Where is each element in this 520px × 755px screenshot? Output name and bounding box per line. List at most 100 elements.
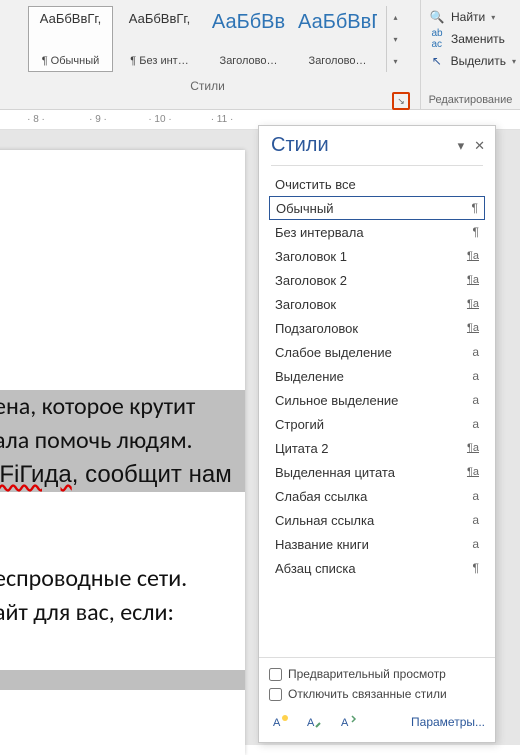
style-preview: АаБбВвГг,	[31, 11, 110, 26]
ruler-tick: · 10 ·	[134, 114, 186, 125]
style-type-icon: ¶a	[461, 274, 479, 286]
style-row[interactable]: Строгийa	[269, 412, 485, 436]
disable-linked-checkbox-label: Отключить связанные стили	[288, 687, 447, 701]
style-name: Выделенная цитата	[275, 465, 395, 480]
doc-text: айт для вас, если:	[0, 596, 245, 630]
replace-icon: abac	[429, 31, 445, 47]
pane-header: Стили ▾ ✕	[259, 126, 495, 161]
style-tile[interactable]: АаБбВвГг, ¶ Без инт…	[117, 6, 202, 72]
style-name: Сильное выделение	[275, 393, 398, 408]
replace-label: Заменить	[451, 32, 505, 46]
doc-text: iFiГида, сообщит нам	[0, 458, 245, 492]
find-label: Найти	[451, 10, 485, 24]
doc-text: ала помочь людям.	[0, 424, 245, 458]
styles-pane: Стили ▾ ✕ Очистить всеОбычный¶Без интерв…	[258, 125, 496, 743]
style-tile[interactable]: АаБбВвГ Заголово…	[295, 6, 380, 72]
style-row[interactable]: Без интервала ¶	[269, 220, 485, 244]
style-label: ¶ Обычный	[31, 55, 110, 67]
cursor-icon: ↖	[429, 53, 445, 69]
select-button[interactable]: ↖ Выделить ▾	[429, 50, 516, 72]
style-name: Заголовок 1	[275, 249, 347, 264]
pane-footer: Предварительный просмотр Отключить связа…	[259, 657, 495, 742]
style-type-icon: ¶a	[461, 298, 479, 310]
style-row[interactable]: Выделенная цитата ¶a	[269, 460, 485, 484]
search-icon: 🔍	[429, 9, 445, 25]
params-link[interactable]: Параметры...	[411, 715, 485, 729]
style-row[interactable]: Абзац списка ¶	[269, 556, 485, 580]
style-row[interactable]: Слабое выделение a	[269, 340, 485, 364]
style-name: Название книги	[275, 537, 369, 552]
ribbon: АаБбВвГг,¶ ОбычныйАаБбВвГг,¶ Без инт…АаБ…	[0, 0, 520, 110]
style-name: Без интервала	[275, 225, 364, 240]
style-type-icon: a	[461, 393, 479, 407]
preview-checkbox-input[interactable]	[269, 668, 282, 681]
editing-group-label: Редактирование	[421, 94, 520, 106]
style-name: Обычный	[276, 201, 333, 216]
preview-checkbox[interactable]: Предварительный просмотр	[269, 664, 485, 684]
style-tile[interactable]: АаБбВвГг, ¶ Обычный	[28, 6, 113, 72]
style-name: Абзац списка	[275, 561, 356, 576]
style-row[interactable]: Название книги a	[269, 532, 485, 556]
style-type-icon: ¶a	[461, 322, 479, 334]
style-tile[interactable]: АаБбВвЗаголово…	[206, 6, 291, 72]
pane-dropdown-icon[interactable]: ▾	[458, 138, 465, 154]
page[interactable]: ена, которое крутит ала помочь людям. iF…	[0, 150, 245, 755]
style-row[interactable]: Выделениеa	[269, 364, 485, 388]
replace-button[interactable]: abac Заменить	[429, 28, 516, 50]
svg-text:A: A	[273, 717, 281, 729]
style-type-icon: a	[461, 489, 479, 503]
select-dropdown-icon[interactable]: ▾	[512, 57, 516, 66]
ruler-tick: · 9 ·	[72, 114, 124, 125]
style-row[interactable]: Обычный¶	[269, 196, 485, 220]
style-row[interactable]: Очистить все	[269, 172, 485, 196]
style-type-icon: a	[461, 537, 479, 551]
gallery-up-icon[interactable]: ▴	[387, 6, 404, 28]
find-dropdown-icon[interactable]: ▾	[491, 13, 495, 22]
style-row[interactable]: Заголовок 1 ¶a	[269, 244, 485, 268]
style-name: Цитата 2	[275, 441, 329, 456]
style-type-icon: a	[461, 345, 479, 359]
style-row[interactable]: Слабая ссылкаa	[269, 484, 485, 508]
style-row[interactable]: Заголовок¶a	[269, 292, 485, 316]
pane-title: Стили	[271, 134, 329, 157]
style-inspector-button[interactable]: A	[303, 710, 327, 734]
style-name: Сильная ссылка	[275, 513, 374, 528]
spelling-error: iFiГида	[0, 461, 72, 488]
disable-linked-checkbox[interactable]: Отключить связанные стили	[269, 684, 485, 704]
gallery-down-icon[interactable]: ▾	[387, 28, 404, 50]
style-label: ¶ Без инт…	[120, 55, 199, 67]
style-type-icon: a	[461, 369, 479, 383]
editing-group: 🔍 Найти ▾ abac Заменить ↖ Выделить ▾ Ред…	[420, 0, 520, 110]
style-type-icon: ¶a	[461, 466, 479, 478]
style-type-icon: a	[461, 513, 479, 527]
style-label: Заголово…	[209, 55, 288, 67]
style-row[interactable]: Цитата 2¶a	[269, 436, 485, 460]
gallery-more-icon[interactable]: ▾	[387, 50, 404, 72]
style-list: Очистить всеОбычный¶Без интервала¶Заголо…	[259, 168, 495, 657]
gallery-expand[interactable]: ▴ ▾ ▾	[386, 6, 404, 72]
style-type-icon: ¶	[461, 561, 479, 575]
style-label: Заголово…	[298, 55, 377, 67]
doc-text: ена, которое крутит	[0, 390, 245, 424]
style-name: Очистить все	[275, 177, 356, 192]
new-style-button[interactable]: A	[269, 710, 293, 734]
style-name: Слабое выделение	[275, 345, 392, 360]
pane-close-icon[interactable]: ✕	[474, 138, 485, 154]
manage-styles-button[interactable]: A	[337, 710, 361, 734]
style-row[interactable]: Сильное выделение a	[269, 388, 485, 412]
style-name: Подзаголовок	[275, 321, 358, 336]
style-row[interactable]: Подзаголовок ¶a	[269, 316, 485, 340]
style-preview: АаБбВвГг,	[120, 11, 199, 26]
style-row[interactable]: Заголовок 2 ¶a	[269, 268, 485, 292]
style-preview: АаБбВвГ	[298, 11, 377, 34]
style-name: Заголовок 2	[275, 273, 347, 288]
find-button[interactable]: 🔍 Найти ▾	[429, 6, 516, 28]
dialog-launcher-icon: ↘	[397, 96, 405, 107]
styles-dialog-launcher[interactable]: ↘	[392, 92, 410, 110]
style-type-icon: ¶a	[461, 250, 479, 262]
doc-text: еспроводные сети.	[0, 562, 245, 596]
disable-linked-checkbox-input[interactable]	[269, 688, 282, 701]
ruler-tick: · 8 ·	[10, 114, 62, 125]
style-row[interactable]: Сильная ссылка a	[269, 508, 485, 532]
style-type-icon: ¶	[461, 225, 479, 239]
